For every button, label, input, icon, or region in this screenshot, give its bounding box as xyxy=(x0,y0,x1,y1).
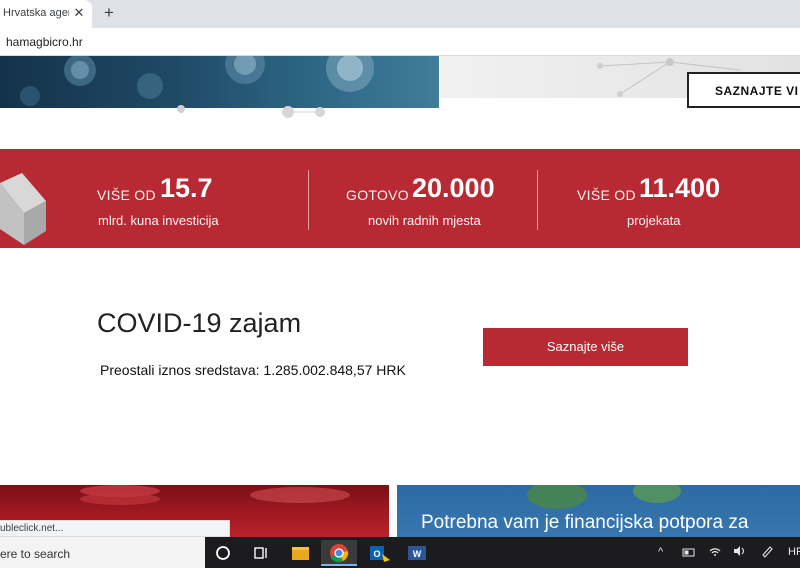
virus-illustration xyxy=(20,56,374,106)
stat-prefix: VIŠE OD xyxy=(97,187,156,203)
chrome-icon[interactable] xyxy=(321,540,357,566)
taskbar-search-placeholder[interactable]: ere to search xyxy=(0,547,70,561)
file-explorer-icon[interactable] xyxy=(282,540,318,566)
stat-value: 11.400 xyxy=(639,173,721,203)
pen-icon[interactable] xyxy=(760,544,774,558)
stat-value: 15.7 xyxy=(160,173,213,203)
stat-caption: projekata xyxy=(627,213,681,228)
browser-tab[interactable]: Hrvatska agencija ✕ xyxy=(0,0,92,28)
word-icon[interactable]: W xyxy=(399,540,435,566)
svg-text:W: W xyxy=(413,549,422,559)
wifi-icon[interactable] xyxy=(708,544,722,558)
cube-decoration-icon xyxy=(0,173,46,245)
volume-icon[interactable] xyxy=(732,544,746,558)
svg-text:O: O xyxy=(373,549,380,559)
tab-title: Hrvatska agencija xyxy=(3,7,69,19)
browser-tab-bar: Hrvatska agencija ✕ + xyxy=(0,0,800,28)
stat-prefix: GOTOVO xyxy=(346,187,409,203)
address-bar[interactable]: hamagbicro.hr xyxy=(0,28,800,56)
stats-band: VIŠE OD 15.7 mlrd. kuna investicija GOTO… xyxy=(0,149,800,248)
stat-caption: novih radnih mjesta xyxy=(368,213,481,228)
covid-loan-title: COVID-19 zajam xyxy=(97,308,302,338)
stat-prefix: VIŠE OD xyxy=(577,187,636,203)
task-view-icon[interactable] xyxy=(243,540,279,566)
hero-virus-image xyxy=(0,56,439,108)
stat-value: 20.000 xyxy=(412,173,495,203)
covid-remaining-funds: Preostali iznos sredstava: 1.285.002.848… xyxy=(100,362,406,378)
status-bar-url: ubleclick.net... xyxy=(0,520,230,537)
stat-caption: mlrd. kuna investicija xyxy=(98,213,219,228)
outlook-icon[interactable]: O xyxy=(360,540,396,566)
chevron-up-icon[interactable]: ^ xyxy=(658,546,663,558)
stat-investments: VIŠE OD 15.7 mlrd. kuna investicija xyxy=(97,173,287,233)
hero-learn-more-button[interactable]: SAZNAJTE VI xyxy=(687,72,800,108)
stat-jobs: GOTOVO 20.000 novih radnih mjesta xyxy=(346,173,516,233)
new-tab-button[interactable]: + xyxy=(100,3,118,23)
stats-divider xyxy=(308,170,309,230)
input-language[interactable]: HR xyxy=(788,546,800,558)
hero-dots xyxy=(170,104,330,118)
card-financing-title[interactable]: Potrebna vam je financijska potpora za xyxy=(421,512,748,534)
cortana-icon[interactable] xyxy=(205,540,241,566)
covid-learn-more-button[interactable]: Saznajte više xyxy=(483,328,688,366)
stats-divider xyxy=(537,170,538,230)
close-tab-icon[interactable]: ✕ xyxy=(72,5,86,21)
address-bar-url[interactable]: hamagbicro.hr xyxy=(6,35,83,49)
stat-projects: VIŠE OD 11.400 projekata xyxy=(577,173,747,233)
battery-icon[interactable] xyxy=(682,545,696,557)
